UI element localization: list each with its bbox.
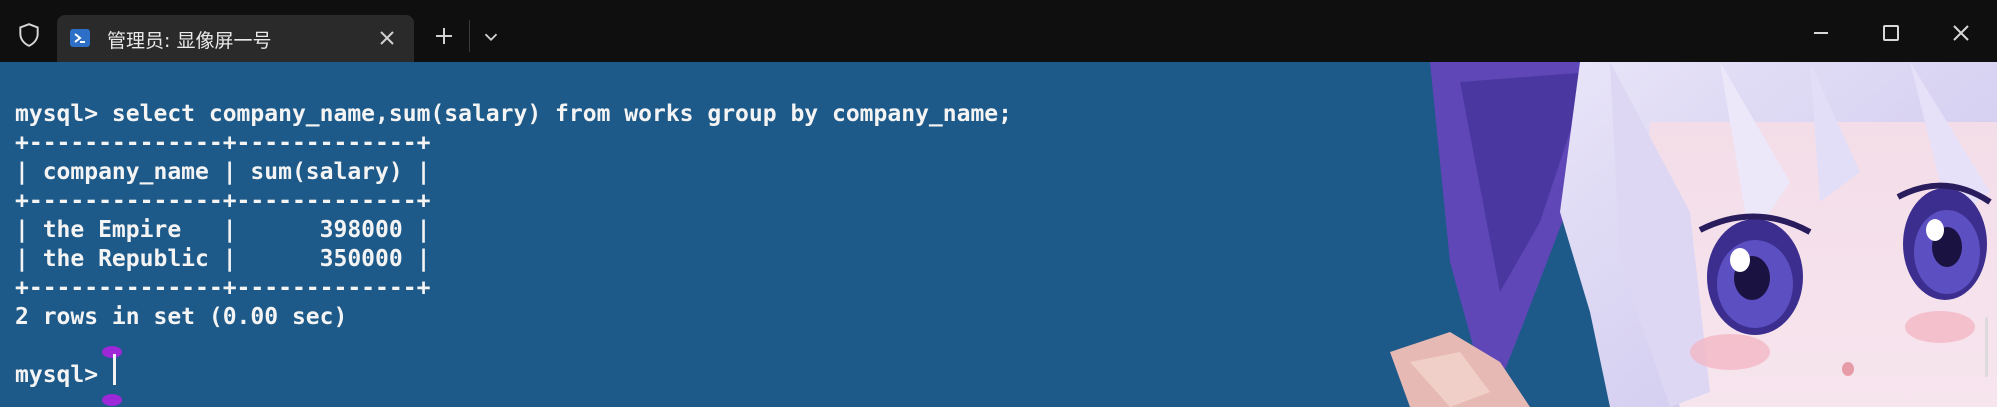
shield-icon bbox=[19, 23, 39, 47]
cursor-marker bbox=[102, 346, 122, 358]
title-bar: 管理员: 显像屏一号 bbox=[0, 0, 1997, 62]
cursor-marker bbox=[102, 394, 122, 406]
table-row: | the Empire | 398000 | bbox=[15, 217, 431, 243]
chevron-down-icon[interactable] bbox=[480, 26, 502, 48]
table-header: | company_name | sum(salary) | bbox=[15, 159, 431, 185]
text-cursor bbox=[113, 354, 116, 385]
command-line: mysql> select company_name,sum(salary) f… bbox=[15, 101, 1012, 127]
result-summary: 2 rows in set (0.00 sec) bbox=[15, 304, 348, 330]
terminal-window: 管理员: 显像屏一号 mysql> select company_name,su… bbox=[0, 0, 1997, 407]
tab-title: 管理员: 显像屏一号 bbox=[107, 30, 272, 52]
table-border: +--------------+-------------+ bbox=[15, 275, 431, 301]
prompt: mysql> bbox=[15, 362, 112, 388]
table-border: +--------------+-------------+ bbox=[15, 188, 431, 214]
table-row: | the Republic | 350000 | bbox=[15, 246, 431, 272]
scrollbar[interactable] bbox=[1985, 317, 1988, 377]
plus-icon[interactable] bbox=[432, 24, 456, 48]
minimize-icon[interactable] bbox=[1806, 18, 1836, 48]
table-border: +--------------+-------------+ bbox=[15, 130, 431, 156]
close-icon[interactable] bbox=[1946, 18, 1976, 48]
close-icon[interactable] bbox=[375, 26, 399, 50]
terminal-output: mysql> select company_name,sum(salary) f… bbox=[15, 100, 1012, 390]
terminal-content[interactable]: mysql> select company_name,sum(salary) f… bbox=[0, 62, 1997, 407]
terminal-tab[interactable]: 管理员: 显像屏一号 bbox=[57, 15, 414, 62]
tab-separator bbox=[469, 20, 470, 52]
anime-background-image bbox=[1390, 62, 1997, 407]
powershell-icon bbox=[70, 29, 90, 47]
maximize-icon[interactable] bbox=[1876, 18, 1906, 48]
